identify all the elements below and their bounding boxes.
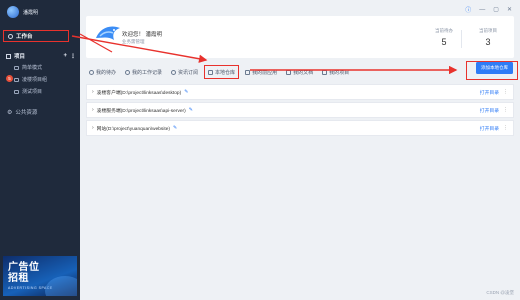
chevron-right-icon[interactable]: › xyxy=(92,125,94,131)
gear-icon: ⚙ xyxy=(7,109,13,116)
welcome-subtitle: 业务需管理 xyxy=(122,39,145,44)
nav-workbench[interactable]: 工作台 xyxy=(3,30,69,42)
sidebar-project-label: 测试项目 xyxy=(22,89,43,95)
more-icon[interactable]: ⋮ xyxy=(503,89,508,95)
repo-label: 网站(D:\project\yuanquan\website) xyxy=(96,126,170,132)
tab-label: 我的工作记录 xyxy=(132,69,163,76)
app-name: 潘霞明 xyxy=(23,9,39,16)
nav-public-label: 公共资源 xyxy=(15,110,38,116)
document-icon xyxy=(286,69,292,75)
open-folder-link[interactable]: 打开目录 xyxy=(480,89,499,96)
info-icon xyxy=(171,69,177,75)
sidebar-project-label: 简单模式 xyxy=(22,65,43,71)
project-icon xyxy=(14,89,19,94)
tab-my-docs[interactable]: 我的文档 xyxy=(283,65,316,79)
ad-title-line1: 广告位 xyxy=(8,262,40,273)
repo-list: › 凌楼客户端(D:\project\linksaas\desktop) ✎ 打… xyxy=(86,84,514,138)
project-badge: 5 xyxy=(6,75,13,82)
mascot-icon xyxy=(96,26,120,40)
edit-icon[interactable]: ✎ xyxy=(189,107,193,113)
open-folder-link[interactable]: 打开目录 xyxy=(480,125,499,132)
tab-label: 本地仓库 xyxy=(215,69,236,76)
sidebar: 潘霞明 工作台 项目 + ⋮ 简单模式 5 凌楼项目组 测试项目 ⚙ 公共资源 … xyxy=(0,0,80,300)
sidebar-project-label: 凌楼项目组 xyxy=(22,77,48,83)
project-icon xyxy=(14,77,19,82)
tab-my-projects[interactable]: 我的项目 xyxy=(319,65,352,79)
stat-divider xyxy=(461,30,462,48)
workbench-icon xyxy=(8,33,13,39)
edit-icon[interactable]: ✎ xyxy=(184,89,188,95)
sidebar-project-item[interactable]: 测试项目 xyxy=(14,88,74,95)
projects-label: 项目 xyxy=(14,54,26,60)
project-icon xyxy=(322,69,328,75)
stat-projects[interactable]: 当前项目 3 xyxy=(466,28,510,47)
stat-projects-value: 3 xyxy=(485,37,491,47)
add-button-highlight: 添加本地仓库 xyxy=(466,61,518,80)
grid-icon xyxy=(245,69,251,75)
repo-label: 凌楼服务端(D:\project\linksaas\api-server) xyxy=(96,108,186,114)
footer-watermark: CSDN @凌堡 xyxy=(486,290,514,295)
stat-projects-label: 当前项目 xyxy=(479,28,497,33)
nav-public-resources[interactable]: ⚙ 公共资源 xyxy=(7,108,38,117)
brand[interactable]: 潘霞明 xyxy=(7,6,38,18)
nav-workbench-label: 工作台 xyxy=(16,34,33,40)
tab-subscriptions[interactable]: 资讯订阅 xyxy=(168,65,201,79)
tab-todo[interactable]: 我的待办 xyxy=(86,65,119,79)
tab-label: 资讯订阅 xyxy=(178,69,199,76)
repo-row[interactable]: › 网站(D:\project\yuanquan\website) ✎ 打开目录… xyxy=(86,120,514,136)
more-icon[interactable]: ⋮ xyxy=(503,125,508,131)
stat-todo-value: 5 xyxy=(441,37,447,47)
stat-todo[interactable]: 当前待办 5 xyxy=(422,28,466,47)
projects-section-header: 项目 + ⋮ xyxy=(6,52,76,60)
repo-row[interactable]: › 凌楼客户端(D:\project\linksaas\desktop) ✎ 打… xyxy=(86,84,514,100)
tab-label: 我的前应用 xyxy=(252,69,278,76)
edit-icon[interactable]: ✎ xyxy=(173,125,177,131)
project-menu-icon[interactable]: ⋮ xyxy=(70,53,76,60)
add-local-repo-button[interactable]: 添加本地仓库 xyxy=(476,62,513,74)
welcome-text: 欢迎您！ 潘霞明 xyxy=(122,32,163,38)
welcome-card: 欢迎您！ 潘霞明 业务需管理 当前待办 5 当前项目 3 xyxy=(86,16,514,58)
tab-label: 我的待办 xyxy=(96,69,117,76)
tab-my-apps[interactable]: 我的前应用 xyxy=(242,65,280,79)
tab-label: 我的文档 xyxy=(293,69,314,76)
info-icon[interactable]: ⓘ xyxy=(465,5,471,14)
repo-label: 凌楼客户端(D:\project\linksaas\desktop) xyxy=(96,90,182,96)
folder-icon xyxy=(208,69,214,75)
tab-label: 我的项目 xyxy=(329,69,350,76)
user-avatar[interactable] xyxy=(7,6,19,18)
chevron-right-icon[interactable]: › xyxy=(92,107,94,113)
tab-local-repo[interactable]: 本地仓库 xyxy=(204,65,240,79)
project-folder-icon xyxy=(6,53,11,59)
open-folder-link[interactable]: 打开目录 xyxy=(480,107,499,114)
tab-work-records[interactable]: 我的工作记录 xyxy=(122,65,165,79)
project-icon xyxy=(14,65,19,70)
more-icon[interactable]: ⋮ xyxy=(503,107,508,113)
close-icon[interactable]: ✕ xyxy=(507,6,512,13)
clock-icon xyxy=(125,69,131,75)
repo-row[interactable]: › 凌楼服务端(D:\project\linksaas\api-server) … xyxy=(86,102,514,118)
chevron-right-icon[interactable]: › xyxy=(92,89,94,95)
stat-todo-label: 当前待办 xyxy=(435,28,453,33)
ad-banner[interactable]: 广告位 招租 ADVERTISING SPACE xyxy=(3,256,77,296)
sidebar-project-item[interactable]: 简单模式 xyxy=(14,64,74,71)
clock-icon xyxy=(89,69,94,75)
minimize-icon[interactable]: — xyxy=(479,7,485,13)
tab-bar: 我的待办 我的工作记录 资讯订阅 本地仓库 我的前应用 我的文档 我的项目 xyxy=(86,64,514,80)
window-toolbar: ⓘ — ▢ ✕ xyxy=(465,5,512,15)
maximize-icon[interactable]: ▢ xyxy=(493,6,499,13)
sidebar-project-item[interactable]: 凌楼项目组 xyxy=(14,76,74,83)
add-project-icon[interactable]: + xyxy=(63,53,67,60)
